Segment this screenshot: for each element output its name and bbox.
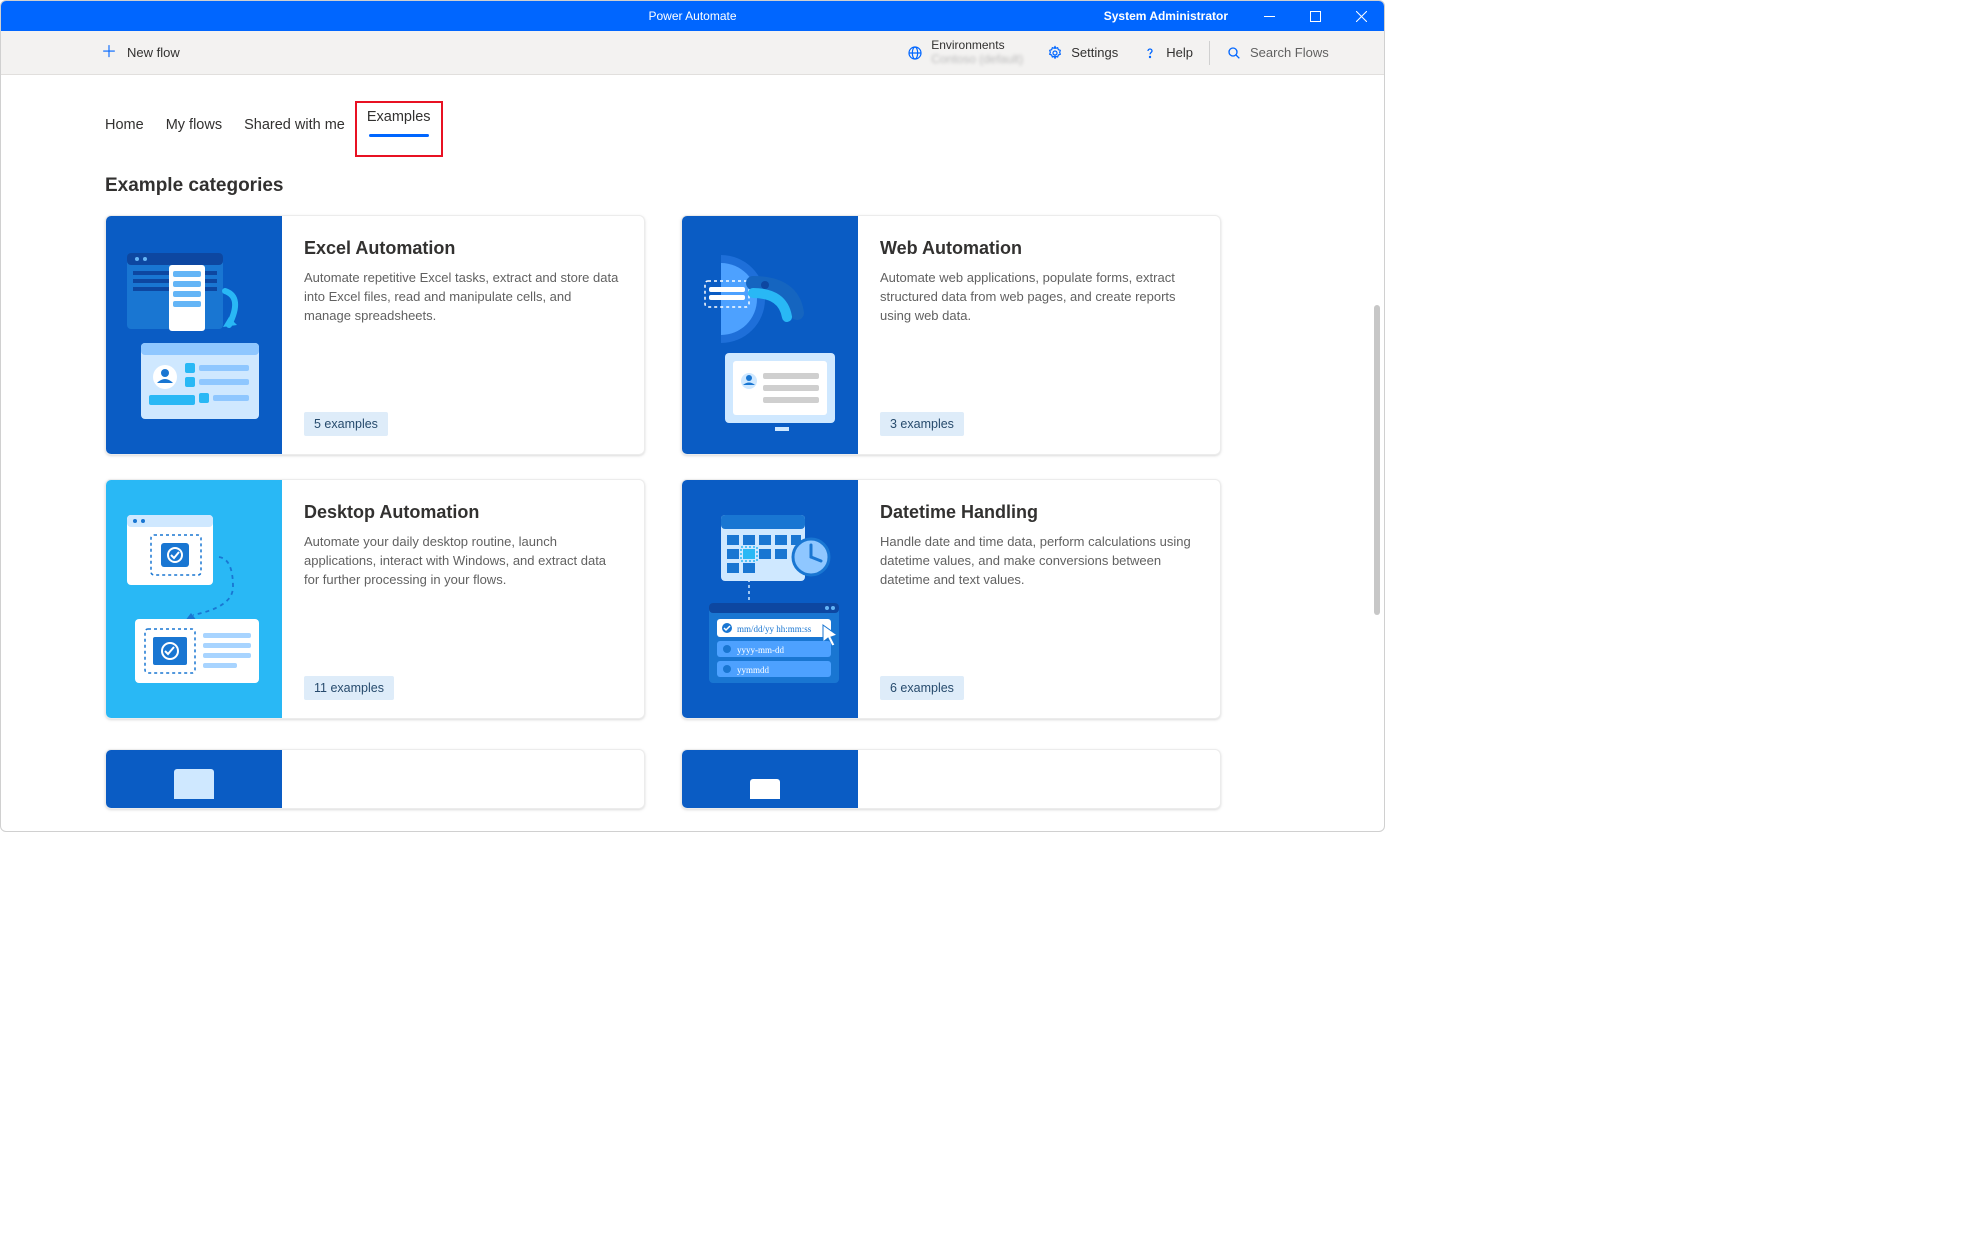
text-partial-icon <box>740 759 800 799</box>
globe-icon <box>907 45 923 61</box>
environments-label: Environments <box>931 39 1023 52</box>
svg-text:yyyy-mm-dd: yyyy-mm-dd <box>737 645 784 655</box>
close-button[interactable] <box>1338 1 1384 31</box>
web-illustration-icon <box>695 235 845 435</box>
card-excel-automation[interactable]: Excel Automation Automate repetitive Exc… <box>105 215 645 455</box>
search-flows[interactable] <box>1214 45 1372 61</box>
card-desktop-automation[interactable]: Desktop Automation Automate your daily d… <box>105 479 645 719</box>
card-illustration <box>106 480 282 718</box>
window-title: Power Automate <box>648 9 736 23</box>
card-pdf-partial[interactable] <box>105 749 645 809</box>
app-window: Power Automate System Administrator ＋ Ne… <box>0 0 1385 832</box>
settings-button[interactable]: Settings <box>1035 31 1130 74</box>
tab-my-flows[interactable]: My flows <box>166 109 222 145</box>
new-flow-label: New flow <box>127 45 180 60</box>
help-button[interactable]: Help <box>1130 31 1205 74</box>
scrollbar-thumb[interactable] <box>1374 305 1380 615</box>
title-bar: Power Automate System Administrator <box>1 1 1384 31</box>
card-illustration <box>682 750 858 808</box>
settings-label: Settings <box>1071 45 1118 60</box>
tab-examples[interactable]: Examples <box>367 109 431 137</box>
datetime-illustration-icon: mm/dd/yy hh:mm:ss yyyy-mm-dd yymmdd <box>695 499 845 699</box>
tab-shared-with-me[interactable]: Shared with me <box>244 109 345 145</box>
plus-icon: ＋ <box>101 45 117 61</box>
environments-value: Contoso (default) <box>931 53 1023 66</box>
section-heading: Example categories <box>105 175 1265 197</box>
card-title: Datetime Handling <box>880 502 1196 523</box>
cards-grid-partial <box>105 749 1265 831</box>
new-flow-button[interactable]: ＋ New flow <box>93 39 188 67</box>
tabs: Home My flows Shared with me Examples <box>105 109 1265 145</box>
card-title: Desktop Automation <box>304 502 620 523</box>
card-illustration: mm/dd/yy hh:mm:ss yyyy-mm-dd yymmdd <box>682 480 858 718</box>
maximize-icon <box>1310 11 1321 22</box>
toolbar-divider <box>1209 41 1210 65</box>
tab-home[interactable]: Home <box>105 109 144 145</box>
help-icon <box>1142 45 1158 61</box>
environments-picker[interactable]: Environments Contoso (default) <box>895 31 1035 74</box>
card-datetime-handling[interactable]: mm/dd/yy hh:mm:ss yyyy-mm-dd yymmdd <box>681 479 1221 719</box>
user-label[interactable]: System Administrator <box>1086 9 1246 23</box>
card-description: Automate web applications, populate form… <box>880 269 1196 326</box>
card-title: Web Automation <box>880 238 1196 259</box>
card-badge: 5 examples <box>304 412 388 436</box>
card-title: Excel Automation <box>304 238 620 259</box>
gear-icon <box>1047 45 1063 61</box>
card-description: Automate repetitive Excel tasks, extract… <box>304 269 620 326</box>
toolbar: ＋ New flow Environments Contoso (default… <box>1 31 1384 75</box>
cards-grid: Excel Automation Automate repetitive Exc… <box>105 215 1265 749</box>
card-illustration <box>106 216 282 454</box>
svg-text:mm/dd/yy hh:mm:ss: mm/dd/yy hh:mm:ss <box>737 624 812 634</box>
svg-text:yymmdd: yymmdd <box>737 665 770 675</box>
excel-illustration-icon <box>119 235 269 435</box>
environments-text: Environments Contoso (default) <box>931 39 1023 65</box>
title-bar-right: System Administrator <box>1086 1 1384 31</box>
close-icon <box>1356 11 1367 22</box>
minimize-button[interactable] <box>1246 1 1292 31</box>
content-area: Home My flows Shared with me Examples Ex… <box>1 75 1384 831</box>
card-description: Automate your daily desktop routine, lau… <box>304 533 620 590</box>
card-badge: 11 examples <box>304 676 394 700</box>
help-label: Help <box>1166 45 1193 60</box>
card-illustration <box>682 216 858 454</box>
tab-examples-highlight: Examples <box>355 101 443 157</box>
card-badge: 3 examples <box>880 412 964 436</box>
card-web-automation[interactable]: Web Automation Automate web applications… <box>681 215 1221 455</box>
card-illustration <box>106 750 282 808</box>
desktop-illustration-icon <box>119 499 269 699</box>
card-badge: 6 examples <box>880 676 964 700</box>
search-icon <box>1226 45 1242 61</box>
search-input[interactable] <box>1250 45 1360 60</box>
content-scroll[interactable]: Home My flows Shared with me Examples Ex… <box>1 75 1384 831</box>
card-text-partial[interactable] <box>681 749 1221 809</box>
minimize-icon <box>1264 11 1275 22</box>
pdf-partial-icon <box>164 759 224 799</box>
maximize-button[interactable] <box>1292 1 1338 31</box>
card-description: Handle date and time data, perform calcu… <box>880 533 1196 590</box>
